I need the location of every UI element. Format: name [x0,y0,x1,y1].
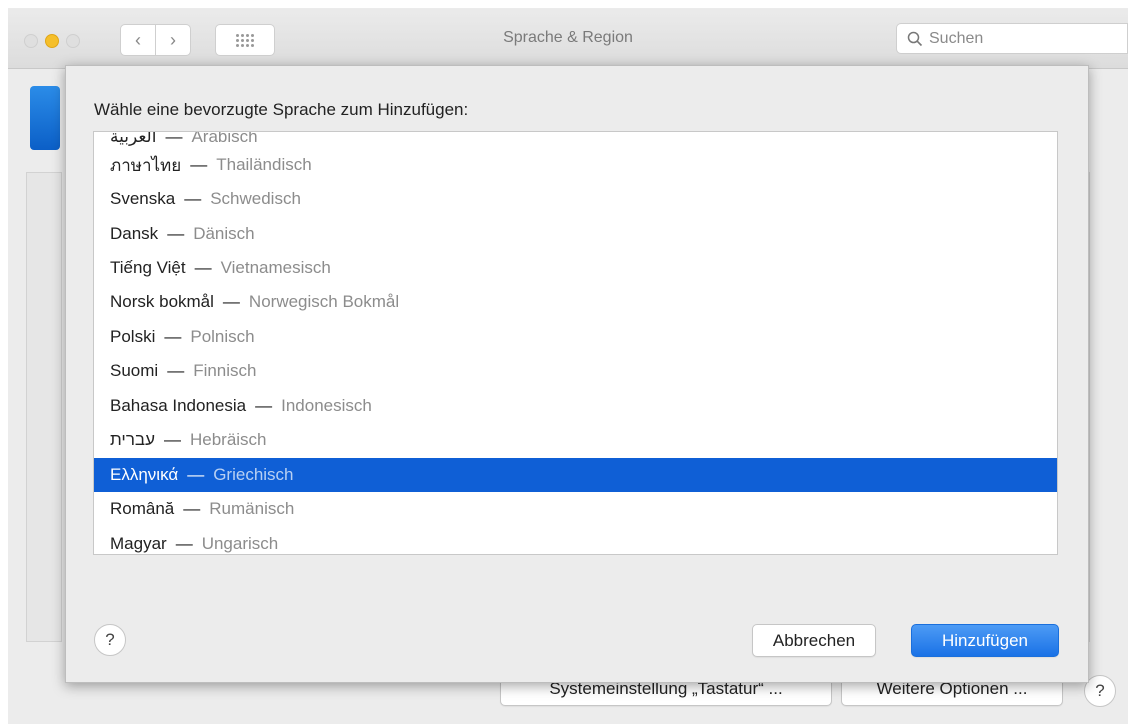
separator: — [183,499,201,518]
language-native-name: العربية [110,131,157,146]
separator: — [255,396,273,415]
language-row-selected[interactable]: Ελληνικά — Griechisch [94,458,1057,492]
language-native-name: Magyar [110,534,167,553]
sheet-help-button[interactable]: ? [94,624,126,656]
language-translation: Vietnamesisch [220,258,331,277]
language-translation: Schwedisch [210,189,301,208]
language-native-name: Svenska [110,189,176,208]
language-translation: Rumänisch [209,499,295,518]
language-native-name: ภาษาไทย [110,155,182,175]
language-translation: Arabisch [191,131,258,146]
language-translation: Griechisch [213,465,294,484]
language-row[interactable]: Magyar — Ungarisch [94,527,1057,554]
language-native-name: Suomi [110,361,159,380]
language-native-name: Norsk bokmål [110,292,214,311]
language-translation: Polnisch [190,327,255,346]
language-row[interactable]: Polski — Polnisch [94,320,1057,354]
language-region-icon [30,86,60,150]
separator: — [167,361,185,380]
language-row[interactable]: Suomi — Finnisch [94,354,1057,388]
search-input[interactable]: Suchen [896,23,1128,54]
cancel-button[interactable]: Abbrechen [752,624,876,657]
language-translation: Indonesisch [281,396,372,415]
separator: — [165,131,183,146]
search-placeholder: Suchen [929,29,984,47]
language-row[interactable]: Tiếng Việt — Vietnamesisch [94,251,1057,285]
title-bar: ‹ › Sprache & Region Suchen [8,8,1128,69]
language-row[interactable]: Dansk — Dänisch [94,217,1057,251]
language-native-name: Română [110,499,175,518]
language-native-name: עברית [110,430,155,449]
language-translation: Thailändisch [216,155,312,174]
separator: — [175,534,193,553]
language-row[interactable]: Svenska — Schwedisch [94,182,1057,216]
language-row[interactable]: ภาษาไทย — Thailändisch [94,148,1057,182]
sheet-prompt: Wähle eine bevorzugte Sprache zum Hinzuf… [94,100,469,119]
separator: — [164,327,182,346]
language-native-name: Polski [110,327,156,346]
separator: — [222,292,240,311]
language-native-name: Bahasa Indonesia [110,396,247,415]
preferred-languages-panel [26,172,62,642]
language-native-name: Ελληνικά [110,465,179,484]
language-translation: Norwegisch Bokmål [248,292,400,311]
separator: — [187,465,205,484]
separator: — [194,258,212,277]
language-native-name: Tiếng Việt [110,258,186,277]
search-icon [907,31,923,46]
separator: — [190,155,208,174]
language-translation: Finnisch [193,361,257,380]
separator: — [163,430,181,449]
language-translation: Ungarisch [201,534,279,553]
separator: — [184,189,202,208]
add-button[interactable]: Hinzufügen [911,624,1059,657]
language-row[interactable]: Norsk bokmål — Norwegisch Bokmål [94,285,1057,319]
language-list[interactable]: العربية — Arabisch ภาษาไทย — Thailändisch Sv… [93,131,1058,555]
language-row[interactable]: Română — Rumänisch [94,492,1057,526]
separator: — [167,224,185,243]
language-translation: Dänisch [193,224,255,243]
language-row[interactable]: Bahasa Indonesia — Indonesisch [94,389,1057,423]
language-native-name: Dansk [110,224,159,243]
language-row[interactable]: עברית — Hebräisch [94,423,1057,457]
language-translation: Hebräisch [189,430,267,449]
